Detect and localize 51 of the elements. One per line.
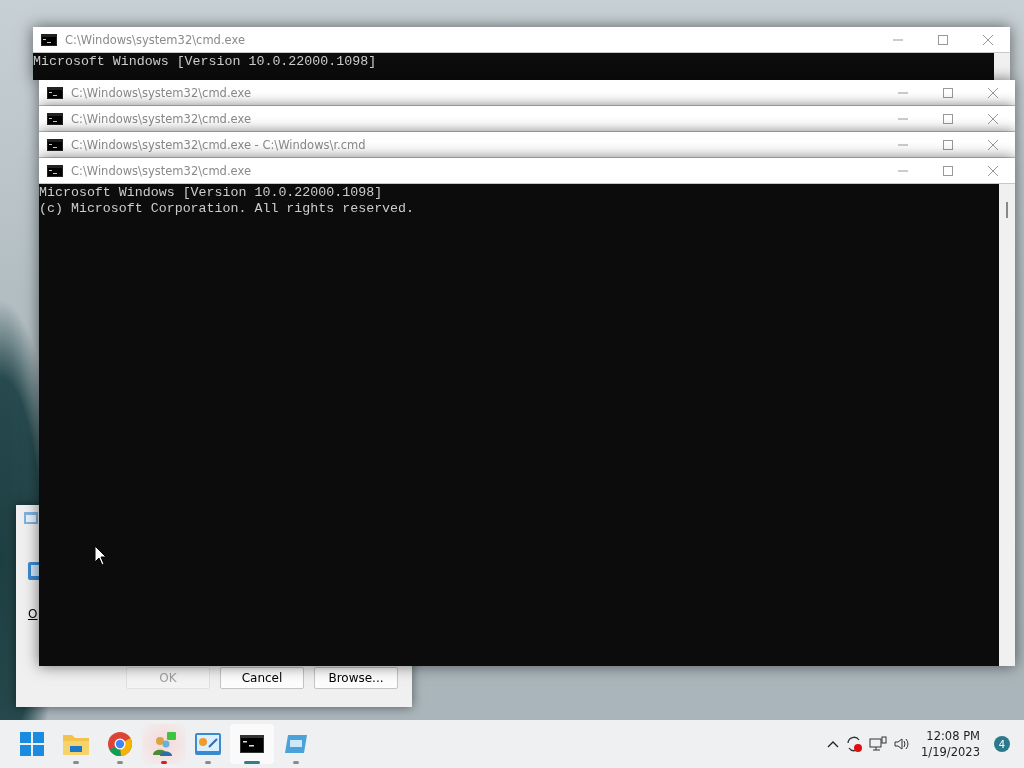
maximize-icon: [942, 165, 953, 176]
scrollbar[interactable]: [999, 184, 1015, 666]
taskbar-app-button[interactable]: [230, 724, 274, 764]
window-title: C:\Windows\system32\cmd.exe - C:\Windows\r.cmd: [71, 137, 366, 152]
notification-badge[interactable]: 4: [994, 736, 1010, 752]
scrollbar[interactable]: [994, 53, 1010, 80]
window-title: C:\Windows\system32\cmd.exe: [71, 111, 251, 126]
clock[interactable]: 12:08 PM 1/19/2023: [921, 728, 980, 760]
control-panel-icon: [195, 733, 221, 755]
maximize-icon: [942, 139, 953, 150]
time-text: 12:08 PM: [926, 728, 980, 744]
folder-icon: [63, 733, 89, 755]
terminal-icon: [47, 138, 63, 151]
terminal-icon: [47, 164, 63, 177]
network-icon[interactable]: [869, 736, 888, 752]
terminal-icon: [41, 33, 57, 46]
browser-icon: [108, 732, 132, 756]
minimize-icon: [892, 38, 903, 41]
date-text: 1/19/2023: [921, 744, 980, 760]
terminal-icon: [240, 735, 264, 753]
minimize-icon: [897, 143, 908, 146]
console-line: Microsoft Windows [Version 10.0.22000.1098]: [33, 54, 378, 70]
window-title: C:\Windows\system32\cmd.exe: [65, 32, 245, 47]
close-icon: [987, 87, 998, 98]
terminal-icon: [47, 86, 63, 99]
maximize-icon: [942, 87, 953, 98]
minimize-icon: [897, 117, 908, 120]
minimize-icon: [897, 91, 908, 94]
dialog-icon: [24, 512, 38, 524]
mouse-pointer-icon: [95, 546, 107, 566]
minimize-icon: [897, 169, 908, 172]
field-label: O: [28, 607, 38, 621]
maximize-icon: [937, 34, 948, 45]
windows-logo-icon: [20, 732, 44, 756]
dialog-button[interactable]: Cancel: [220, 667, 304, 689]
window-title: C:\Windows\system32\cmd.exe: [71, 163, 251, 178]
close-icon: [987, 165, 998, 176]
people-icon: [151, 731, 177, 757]
window-title: C:\Windows\system32\cmd.exe: [71, 85, 251, 100]
close-icon: [982, 34, 993, 45]
speaker-icon[interactable]: [893, 736, 912, 752]
terminal-icon: [47, 112, 63, 125]
maximize-icon: [942, 113, 953, 124]
console-line: (c) Microsoft Corporation. All rights reserved.: [39, 201, 416, 217]
console-line: Microsoft Windows [Version 10.0.22000.1098]: [39, 185, 384, 201]
chevron-up-icon[interactable]: [827, 740, 840, 748]
close-icon: [987, 113, 998, 124]
sync-icon[interactable]: [845, 735, 864, 753]
close-icon: [987, 139, 998, 150]
monitor-icon: [285, 735, 307, 753]
dialog-button[interactable]: Browse...: [314, 667, 398, 689]
